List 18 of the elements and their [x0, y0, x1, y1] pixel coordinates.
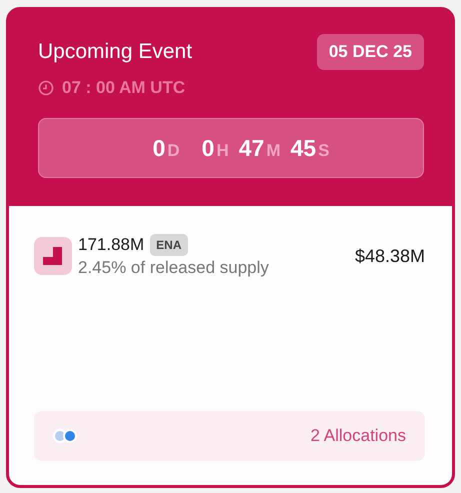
- event-time: 07 : 00 AM UTC: [62, 78, 186, 98]
- event-title: Upcoming Event: [38, 40, 192, 64]
- countdown-value: 0: [202, 134, 214, 160]
- countdown-unit: D: [167, 140, 180, 160]
- date-badge: 05 DEC 25: [316, 34, 424, 70]
- usd-value: $48.38M: [354, 246, 425, 267]
- countdown-unit: M: [266, 140, 280, 160]
- countdown-unit: S: [318, 140, 330, 160]
- token-logo-icon: [34, 237, 72, 275]
- token-tag: ENA: [150, 234, 188, 256]
- allocations-button[interactable]: 2 Allocations: [34, 411, 425, 461]
- token-amount: 171.88M: [78, 235, 144, 255]
- clock-icon: [38, 80, 54, 96]
- countdown-value: 47: [238, 134, 264, 160]
- countdown-value: 0: [152, 134, 166, 160]
- supply-share: 2.45% of released supply: [78, 258, 270, 278]
- countdown-unit: H: [216, 140, 229, 160]
- countdown-value: 45: [290, 134, 316, 160]
